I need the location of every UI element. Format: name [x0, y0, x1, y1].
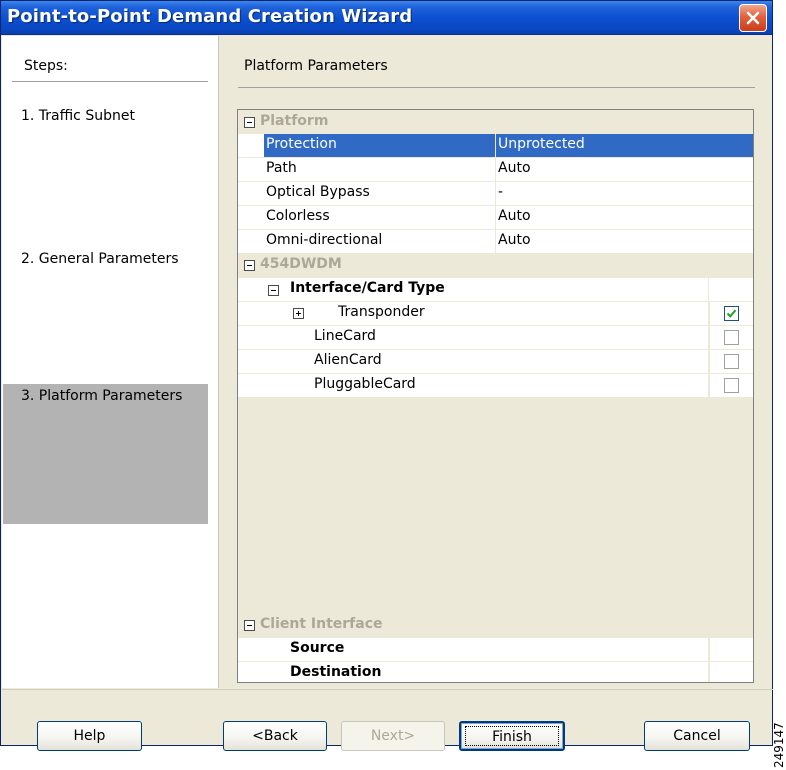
cancel-button[interactable]: Cancel	[644, 721, 750, 751]
property-row-optical-bypass[interactable]: Optical Bypass -	[238, 182, 753, 206]
property-name: Colorless	[264, 206, 496, 229]
collapse-icon[interactable]	[244, 260, 255, 271]
steps-panel: Steps: 1. Traffic Subnet 2. General Para…	[2, 36, 219, 688]
category-client-interface[interactable]: Client Interface	[238, 614, 753, 638]
property-value[interactable]: Auto	[496, 206, 753, 229]
client-name: Source	[264, 638, 709, 661]
window-title: Point-to-Point Demand Creation Wizard	[7, 6, 413, 27]
focus-rectangle	[465, 726, 559, 746]
steps-header: Steps:	[24, 58, 68, 74]
card-name: LineCard	[264, 326, 709, 349]
subcategory-interface-card-type[interactable]: Interface/Card Type	[238, 278, 753, 302]
figure-id-text: 249147	[772, 722, 786, 768]
step-label: 3. Platform Parameters	[21, 388, 183, 404]
category-454dwdm[interactable]: 454DWDM	[238, 254, 753, 278]
checkmark-icon	[726, 309, 737, 318]
checkbox-cell	[709, 326, 753, 349]
client-value-cell	[709, 662, 753, 682]
checkbox-cell	[709, 350, 753, 373]
client-row-source[interactable]: Source	[238, 638, 753, 662]
property-value[interactable]: Unprotected	[496, 134, 753, 157]
category-platform[interactable]: Platform	[238, 111, 753, 135]
property-grid: Platform Protection Unprotected Path Aut…	[237, 109, 754, 683]
client-row-destination[interactable]: Destination	[238, 662, 753, 682]
category-label: Client Interface	[260, 616, 383, 632]
pluggablecard-checkbox[interactable]	[724, 378, 739, 393]
property-row-path[interactable]: Path Auto	[238, 158, 753, 182]
property-row-colorless[interactable]: Colorless Auto	[238, 206, 753, 230]
button-bar-divider	[2, 689, 773, 690]
client-value-cell	[709, 638, 753, 661]
step-label: 2. General Parameters	[21, 251, 179, 267]
aliencard-checkbox[interactable]	[724, 354, 739, 369]
client-name: Destination	[264, 662, 709, 682]
card-name: Transponder	[264, 302, 709, 325]
step-general-parameters: 2. General Parameters	[3, 249, 208, 273]
help-button[interactable]: Help	[37, 721, 142, 751]
property-value[interactable]: Auto	[496, 158, 753, 181]
property-value[interactable]: Auto	[496, 230, 753, 253]
transponder-checkbox[interactable]	[724, 306, 739, 321]
wizard-window: Point-to-Point Demand Creation Wizard St…	[0, 0, 773, 751]
card-row-pluggablecard[interactable]: PluggableCard	[238, 374, 753, 398]
property-row-protection[interactable]: Protection Unprotected	[238, 134, 753, 158]
property-row-omni-directional[interactable]: Omni-directional Auto	[238, 230, 753, 254]
card-row-linecard[interactable]: LineCard	[238, 326, 753, 350]
collapse-icon[interactable]	[244, 117, 255, 128]
checkbox-cell	[709, 302, 753, 325]
category-label: Platform	[260, 113, 329, 129]
property-name: Omni-directional	[264, 230, 496, 253]
step-platform-parameters: 3. Platform Parameters	[3, 384, 208, 524]
close-icon	[746, 11, 760, 25]
step-label: 1. Traffic Subnet	[21, 108, 135, 124]
finish-button[interactable]: Finish	[459, 721, 565, 751]
collapse-icon[interactable]	[244, 620, 255, 631]
subcategory-value	[709, 278, 753, 301]
close-button[interactable]	[739, 4, 767, 32]
figure-id: 249147	[768, 716, 786, 770]
content-divider	[238, 87, 755, 88]
back-button[interactable]: <Back	[223, 721, 327, 751]
property-name: Optical Bypass	[264, 182, 496, 205]
title-bar[interactable]: Point-to-Point Demand Creation Wizard	[1, 1, 772, 35]
content-header: Platform Parameters	[244, 58, 388, 74]
next-button[interactable]: Next>	[341, 721, 445, 751]
property-name: Protection	[264, 134, 496, 157]
step-traffic-subnet: 1. Traffic Subnet	[3, 106, 208, 130]
linecard-checkbox[interactable]	[724, 330, 739, 345]
property-name: Path	[264, 158, 496, 181]
property-value[interactable]: -	[496, 182, 753, 205]
steps-divider	[12, 81, 208, 82]
category-label: 454DWDM	[260, 256, 342, 272]
card-name: PluggableCard	[264, 374, 709, 397]
subcategory-label: Interface/Card Type	[264, 278, 709, 301]
card-row-aliencard[interactable]: AlienCard	[238, 350, 753, 374]
card-row-transponder[interactable]: Transponder	[238, 302, 753, 326]
card-name: AlienCard	[264, 350, 709, 373]
checkbox-cell	[709, 374, 753, 397]
